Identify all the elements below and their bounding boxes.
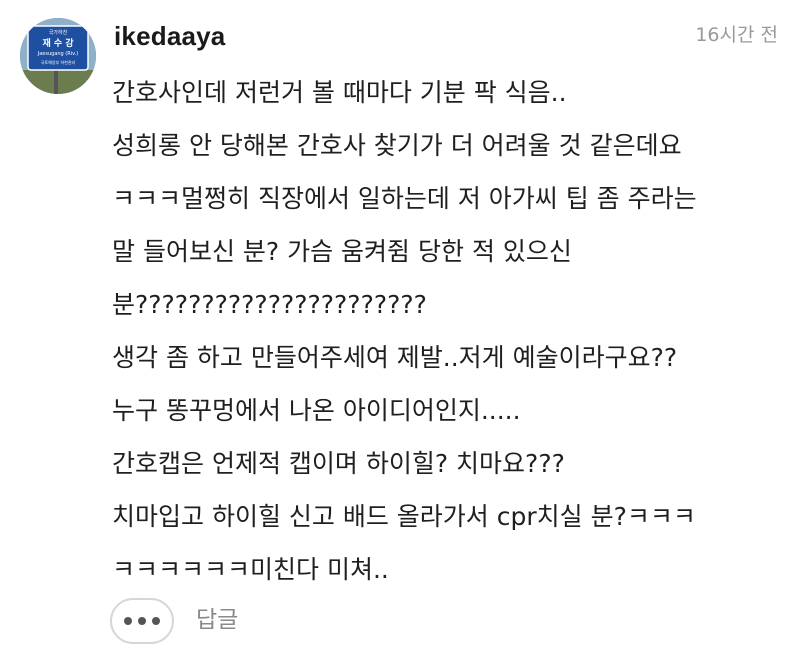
username[interactable]: ikedaaya — [114, 20, 225, 52]
avatar[interactable]: 국가하천 재 수 강 Jaesugang (Riv.) 국토해양부 하천관리 — [20, 18, 96, 94]
sign-line-1: 국가하천 — [49, 29, 68, 36]
comment-line: 간호캡은 언제적 캡이며 하이힐? 치마요??? — [112, 449, 565, 478]
reply-button[interactable]: 답글 — [196, 604, 238, 636]
comment-line: 치마입고 하이힐 신고 배드 올라가서 cpr치실 분?ㅋㅋㅋ — [112, 502, 696, 531]
comment-line: 말 들어보신 분? 가슴 움켜쥠 당한 적 있으신 — [112, 237, 572, 266]
comment-line: 생각 좀 하고 만들어주세여 제발..저게 예술이라구요?? — [112, 343, 678, 372]
sign-line-3: Jaesugang (Riv.) — [37, 51, 79, 57]
more-options-button[interactable] — [110, 598, 174, 644]
dot — [152, 617, 160, 625]
road-sign-avatar-icon: 국가하천 재 수 강 Jaesugang (Riv.) 국토해양부 하천관리 — [20, 18, 96, 94]
comment-line: ㅋㅋㅋ멀쩡히 직장에서 일하는데 저 아가씨 팁 좀 주라는 — [112, 184, 697, 213]
comment-line: 성희롱 안 당해본 간호사 찾기가 더 어려울 것 같은데요 — [112, 131, 682, 160]
dot — [138, 617, 146, 625]
sign-line-4: 국토해양부 하천관리 — [41, 59, 76, 65]
comment-line: 간호사인데 저런거 볼 때마다 기분 팍 식음.. — [112, 78, 567, 107]
comment-line: 분?????????????????????? — [112, 290, 427, 319]
comment-line: ㅋㅋㅋㅋㅋㅋ미친다 미쳐.. — [112, 555, 389, 584]
dot — [124, 617, 132, 625]
comment-body: 간호사인데 저런거 볼 때마다 기분 팍 식음.. 성희롱 안 당해본 간호사 … — [112, 66, 784, 596]
sign-line-2: 재 수 강 — [42, 37, 74, 49]
more-dots-icon — [124, 617, 160, 625]
timestamp: 16시간 전 — [695, 24, 778, 46]
comment-line: 누구 똥꾸멍에서 나온 아이디어인지..... — [112, 396, 521, 425]
